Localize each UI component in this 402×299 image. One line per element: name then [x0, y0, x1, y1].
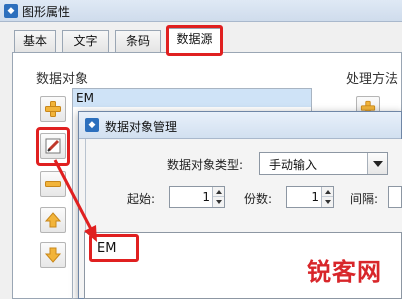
spin-down-icon[interactable]	[213, 197, 224, 207]
move-down-icon	[44, 247, 62, 263]
move-up-button[interactable]	[40, 207, 66, 233]
list-item-label: EM	[76, 91, 94, 105]
interval-spinner[interactable]	[388, 186, 402, 208]
type-select[interactable]: 手动输入	[259, 152, 388, 175]
dialog-titlebar: ◆ 数据对象管理	[79, 112, 401, 139]
move-down-button[interactable]	[40, 242, 66, 268]
remove-button[interactable]	[40, 171, 66, 197]
tab-text[interactable]: 文字	[62, 30, 109, 52]
move-up-icon	[44, 212, 62, 228]
process-method-label: 处理方法	[346, 72, 399, 87]
tab-basic[interactable]: 基本	[14, 30, 56, 52]
remove-icon	[45, 181, 61, 187]
dialog-title: 数据对象管理	[105, 120, 178, 134]
start-value: 1	[202, 190, 210, 204]
spin-up-icon[interactable]	[322, 187, 333, 197]
app-icon: ◆	[4, 4, 18, 18]
add-button[interactable]	[40, 96, 66, 122]
content-value: EM	[97, 241, 117, 256]
edit-button-highlight	[36, 127, 70, 166]
copies-value: 1	[311, 190, 319, 204]
list-item[interactable]: EM	[73, 89, 311, 107]
spin-buttons	[212, 187, 224, 207]
spin-buttons	[321, 187, 333, 207]
window-titlebar: ◆ 图形属性	[0, 0, 402, 22]
watermark-logo: 锐客网	[307, 252, 399, 292]
app-icon: ◆	[85, 118, 99, 132]
tab-barcode[interactable]: 条码	[115, 30, 161, 52]
type-select-value: 手动输入	[269, 158, 318, 172]
spin-down-icon[interactable]	[322, 197, 333, 207]
dropdown-arrow-icon[interactable]	[367, 153, 387, 174]
data-object-group-label: 数据对象	[36, 72, 89, 87]
start-spinner[interactable]: 1	[169, 186, 225, 208]
spin-up-icon[interactable]	[213, 187, 224, 197]
window-title: 图形属性	[22, 5, 71, 19]
watermark-text: 锐客网	[307, 258, 382, 286]
tab-highlight-box	[166, 25, 223, 56]
copies-spinner[interactable]: 1	[286, 186, 334, 208]
add-icon	[45, 101, 61, 117]
